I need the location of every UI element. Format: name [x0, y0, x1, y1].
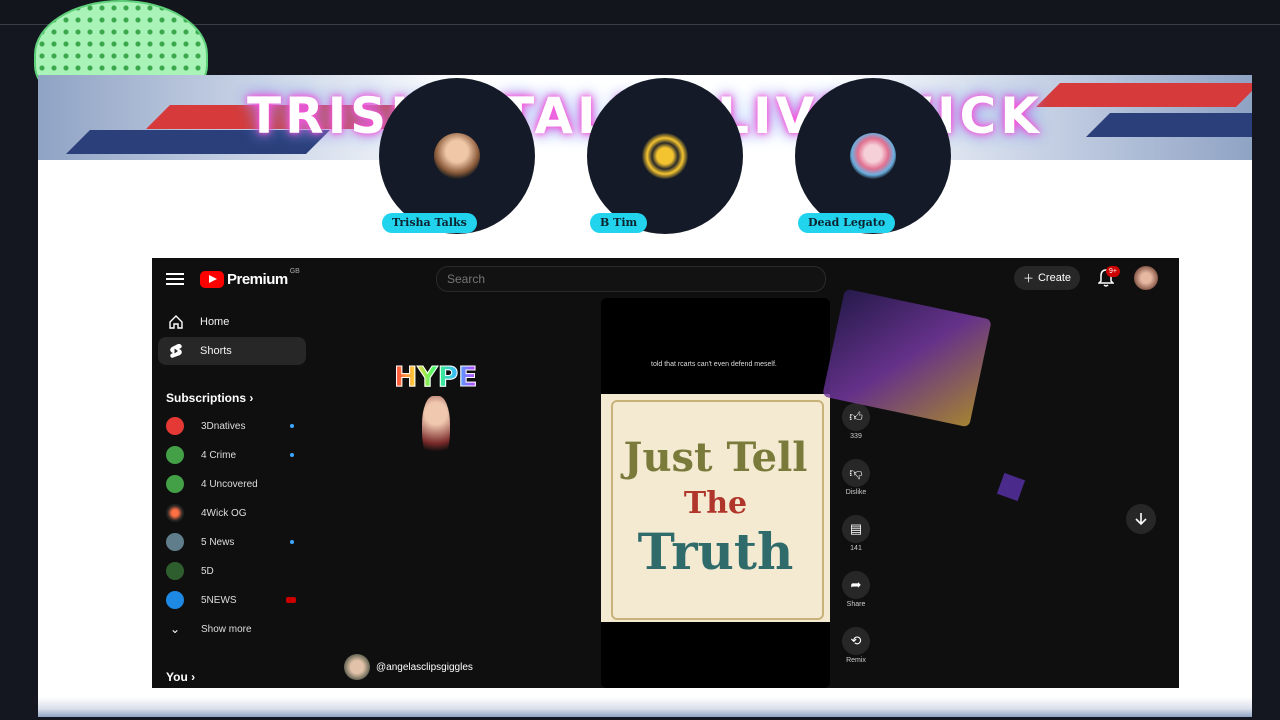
- create-label: Create: [1037, 272, 1072, 284]
- youtube-play-icon: [200, 270, 224, 288]
- search-input[interactable]: [437, 267, 817, 291]
- channel-avatar: [166, 446, 184, 464]
- sidebar-item-shorts[interactable]: Shorts: [158, 337, 306, 365]
- thumbs-up-icon: 👍︎: [842, 403, 870, 431]
- guest-label: Dead Legato: [798, 213, 896, 233]
- guest-card-deadlegato: [795, 78, 951, 234]
- channel-name: 5NEWS: [201, 594, 237, 606]
- sidebar-item-label: Shorts: [200, 345, 232, 357]
- remix-label: Remix: [846, 657, 866, 664]
- bee-avatar: [642, 133, 688, 179]
- subscription-item[interactable]: 3Dnatives: [166, 415, 306, 437]
- dislike-label: Dislike: [845, 489, 867, 496]
- channel-avatar: [166, 504, 184, 522]
- channel-avatar: [166, 591, 184, 609]
- arrow-down-icon: [1135, 513, 1147, 526]
- like-count: 339: [850, 433, 862, 440]
- channel-name: 3Dnatives: [201, 420, 246, 432]
- comment-icon: ▤: [842, 515, 870, 543]
- channel-avatar: [166, 562, 184, 580]
- subscription-item[interactable]: 5D: [166, 560, 306, 582]
- create-button[interactable]: ＋ Create: [1014, 266, 1080, 290]
- dislike-action[interactable]: 👎︎ Dislike: [838, 459, 874, 496]
- chevron-right-icon: ›: [249, 391, 254, 405]
- guest-label: Trisha Talks: [382, 213, 477, 233]
- show-more-label: Show more: [201, 623, 252, 635]
- live-indicator: [286, 597, 296, 603]
- scroll-text-line: Truth: [637, 522, 794, 581]
- search-box[interactable]: [436, 266, 826, 292]
- account-avatar[interactable]: [1134, 266, 1158, 290]
- channel-name: 4Wick OG: [201, 507, 247, 519]
- frame-left-border: [38, 160, 42, 717]
- scroll-text-line: Just Tell: [623, 434, 808, 481]
- chevron-right-icon: ›: [191, 670, 196, 684]
- youtube-window: Premium GB ＋ Create 9+ Home Shorts: [152, 258, 1179, 688]
- subscription-item[interactable]: 4 Crime: [166, 444, 306, 466]
- logo-text: Premium: [227, 270, 288, 288]
- hype-sticker: HYPE: [393, 360, 478, 394]
- share-action[interactable]: ➦ Share: [838, 571, 874, 608]
- video-scroll-image: Just Tell The Truth: [601, 394, 830, 622]
- frame-right-border: [1248, 160, 1252, 717]
- comments-action[interactable]: ▤ 141: [838, 515, 874, 552]
- remix-action[interactable]: ⟲ Remix: [838, 627, 874, 664]
- small-sticker: [996, 472, 1026, 502]
- top-bar: [0, 0, 1280, 25]
- new-content-dot: [290, 540, 294, 544]
- like-action[interactable]: 👍︎ 339: [838, 403, 874, 440]
- subscription-item[interactable]: 4Wick OG: [166, 502, 306, 524]
- shorts-icon: [168, 343, 184, 359]
- new-content-dot: [290, 424, 294, 428]
- person-sticker: [422, 396, 450, 466]
- guest-avatar: [850, 133, 896, 179]
- share-label: Share: [846, 601, 866, 608]
- guest-avatar: [434, 133, 480, 179]
- youtube-premium-logo[interactable]: Premium GB: [200, 268, 300, 290]
- chevron-down-icon: ⌄: [169, 622, 181, 636]
- plus-icon: ＋: [1022, 273, 1034, 285]
- subscriptions-header[interactable]: Subscriptions ›: [166, 391, 253, 405]
- sidebar-item-label: Home: [200, 316, 230, 328]
- shorts-video[interactable]: told that rcarts can't even defend mesel…: [601, 298, 830, 688]
- frame-bottom: [38, 697, 1252, 717]
- you-title: You: [166, 670, 188, 684]
- video-caption: told that rcarts can't even defend mesel…: [651, 361, 777, 368]
- subscription-item[interactable]: 5 News: [166, 531, 306, 553]
- channel-name: 5D: [201, 565, 214, 577]
- you-header[interactable]: You ›: [166, 670, 195, 684]
- subscription-item[interactable]: 5NEWS: [166, 589, 306, 611]
- subscription-item[interactable]: 4 Uncovered: [166, 473, 306, 495]
- logo-country: GB: [289, 267, 300, 275]
- guest-card-trisha: [379, 78, 535, 234]
- home-icon: [168, 314, 184, 330]
- channel-name: 4 Crime: [201, 449, 237, 461]
- channel-name: 4 Uncovered: [201, 478, 258, 490]
- remix-icon: ⟲: [842, 627, 870, 655]
- channel-handle: @angelasclipsgiggles: [376, 661, 473, 673]
- new-content-dot: [290, 453, 294, 457]
- sidebar-item-home[interactable]: Home: [158, 308, 306, 336]
- comments-count: 141: [850, 545, 862, 552]
- guest-label: B Tim: [590, 213, 648, 233]
- channel-avatar: [344, 654, 370, 680]
- hamburger-menu-icon[interactable]: [166, 270, 184, 286]
- notification-badge: 9+: [1106, 266, 1120, 277]
- scroll-text-line: The: [683, 486, 748, 521]
- show-more-button[interactable]: ⌄ Show more: [166, 618, 306, 640]
- channel-info[interactable]: @angelasclipsgiggles: [344, 654, 473, 680]
- thumbs-down-icon: 👎︎: [842, 459, 870, 487]
- yt-header: Premium GB ＋ Create 9+: [152, 258, 1179, 298]
- channel-name: 5 News: [201, 536, 235, 548]
- guest-card-btim: [587, 78, 743, 234]
- channel-avatar: [166, 475, 184, 493]
- channel-avatar: [166, 417, 184, 435]
- share-icon: ➦: [842, 571, 870, 599]
- subscriptions-title: Subscriptions: [166, 391, 247, 405]
- channel-avatar: [166, 533, 184, 551]
- next-video-button[interactable]: [1126, 504, 1156, 534]
